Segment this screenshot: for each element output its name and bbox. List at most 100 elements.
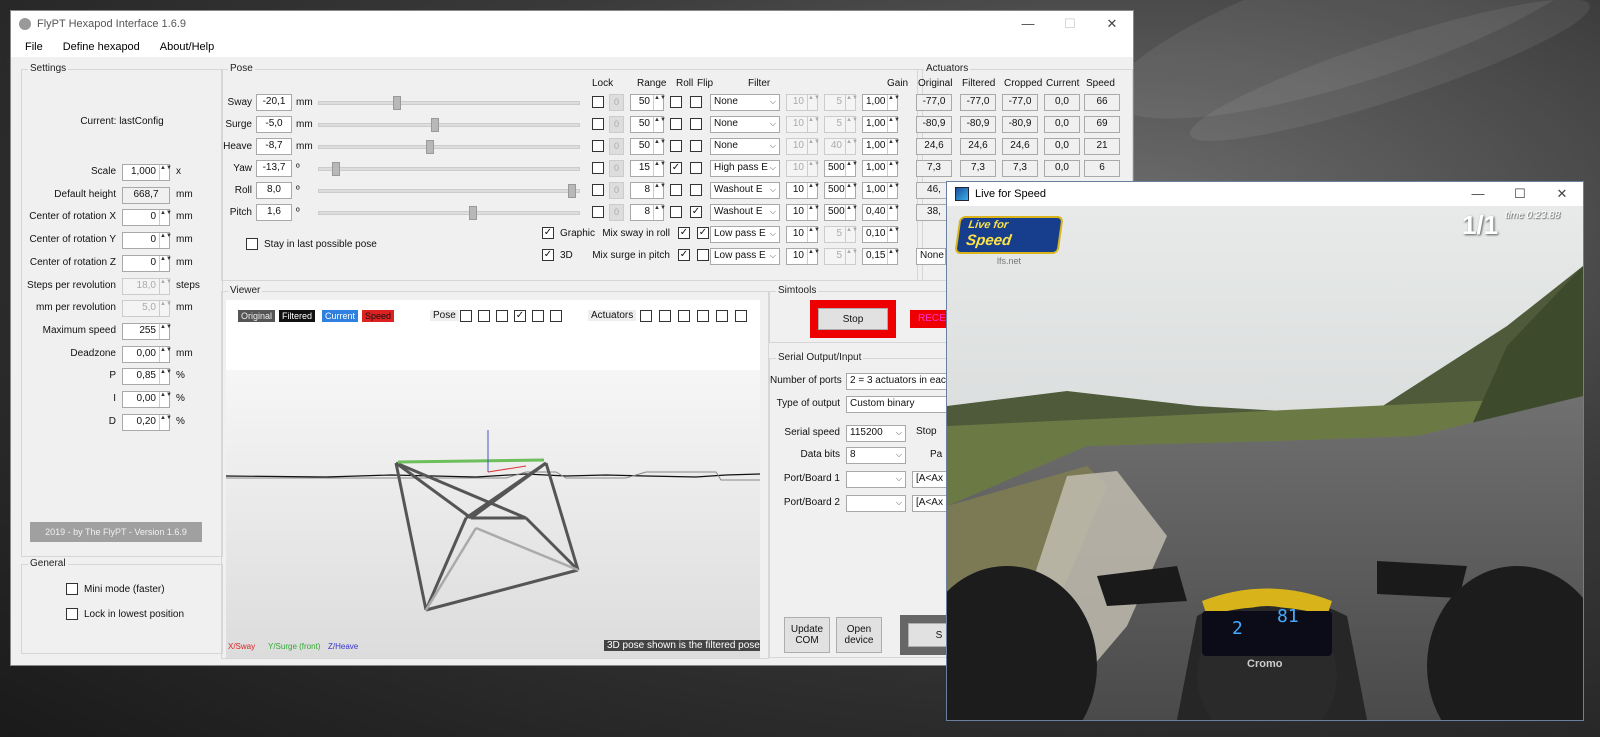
pose-lock-checkbox[interactable] <box>592 140 604 152</box>
spin-arrows-icon[interactable]: ▲▼ <box>653 205 666 220</box>
spin-arrows-icon[interactable]: ▲▼ <box>159 278 172 294</box>
setting-value[interactable]: 255 ▲▼ <box>122 322 172 340</box>
spin-arrows-icon[interactable]: ▲▼ <box>887 117 900 132</box>
spin-arrows-icon[interactable]: ▲▼ <box>845 117 858 132</box>
pose-range[interactable]: 50 ▲▼ <box>630 116 666 133</box>
actuators-last-dropdown[interactable]: None <box>916 248 946 265</box>
pose-flip-checkbox[interactable] <box>690 162 702 174</box>
pose-gain[interactable]: 1,00 ▲▼ <box>862 94 900 111</box>
pose-roll-checkbox[interactable] <box>670 184 682 196</box>
mix-surge-f2[interactable]: 5 ▲▼ <box>824 248 858 265</box>
spin-arrows-icon[interactable]: ▲▼ <box>887 249 900 264</box>
mix-surge-roll-checkbox[interactable]: ✓ <box>678 249 690 261</box>
setting-value[interactable]: 0 ▲▼ <box>122 254 172 272</box>
pose-gain[interactable]: 1,00 ▲▼ <box>862 160 900 177</box>
spin-arrows-icon[interactable]: ▲▼ <box>845 139 858 154</box>
pose-roll-checkbox[interactable]: ✓ <box>670 162 682 174</box>
stop-button[interactable]: Stop <box>818 308 888 330</box>
spin-arrows-icon[interactable]: ▲▼ <box>887 205 900 220</box>
spin-arrows-icon[interactable]: ▲▼ <box>845 205 858 220</box>
spin-arrows-icon[interactable]: ▲▼ <box>807 161 820 176</box>
pose-filter-param1[interactable]: 10 ▲▼ <box>786 138 820 155</box>
port1-dropdown[interactable]: ⌵ <box>846 471 906 488</box>
spin-arrows-icon[interactable]: ▲▼ <box>653 139 666 154</box>
port2-dropdown[interactable]: ⌵ <box>846 495 906 512</box>
spin-arrows-icon[interactable]: ▲▼ <box>807 139 820 154</box>
lock-lowest-checkbox[interactable] <box>66 608 78 620</box>
spin-arrows-icon[interactable]: ▲▼ <box>159 369 172 385</box>
pose-axis-slider[interactable] <box>318 162 580 176</box>
pose-filter-param2[interactable]: 40 ▲▼ <box>824 138 858 155</box>
stay-last-pose-checkbox[interactable] <box>246 238 258 250</box>
spin-arrows-icon[interactable]: ▲▼ <box>887 161 900 176</box>
pose-filter-param1[interactable]: 10 ▲▼ <box>786 160 820 177</box>
pose-axis-slider[interactable] <box>318 184 580 198</box>
spin-arrows-icon[interactable]: ▲▼ <box>159 165 172 180</box>
pose-filter-param1[interactable]: 10 ▲▼ <box>786 94 820 111</box>
lfs-minimize-button[interactable]: — <box>1457 186 1499 202</box>
spin-arrows-icon[interactable]: ▲▼ <box>653 117 666 132</box>
lfs-game-view[interactable]: Live for Speed lfs.net 1/1 time 0:23.88 … <box>947 206 1583 720</box>
mix-surge-flip-checkbox[interactable] <box>697 249 709 261</box>
pose-roll-checkbox[interactable] <box>670 118 682 130</box>
pose-filter-param2[interactable]: 5 ▲▼ <box>824 94 858 111</box>
spin-arrows-icon[interactable]: ▲▼ <box>159 210 172 226</box>
lfs-maximize-button[interactable]: ☐ <box>1499 186 1541 202</box>
pose-filter-param2[interactable]: 500 ▲▼ <box>824 204 858 221</box>
pose-filter-param1[interactable]: 10 ▲▼ <box>786 204 820 221</box>
setting-value[interactable]: 0,00 ▲▼ <box>122 345 172 363</box>
graphic-checkbox[interactable]: ✓ <box>542 227 554 239</box>
pose-lock-checkbox[interactable] <box>592 184 604 196</box>
pose-lock-checkbox[interactable] <box>592 206 604 218</box>
maximize-button[interactable]: ☐ <box>1049 16 1091 32</box>
pose-lock-checkbox[interactable] <box>592 162 604 174</box>
update-com-button[interactable]: Update COM <box>784 617 830 653</box>
mix-surge-gain[interactable]: 0,15 ▲▼ <box>862 248 900 265</box>
spin-arrows-icon[interactable]: ▲▼ <box>807 249 820 264</box>
pose-lock-checkbox[interactable] <box>592 96 604 108</box>
mix-sway-roll-checkbox[interactable]: ✓ <box>678 227 690 239</box>
setting-value[interactable]: 0 ▲▼ <box>122 232 172 250</box>
pose-range[interactable]: 8 ▲▼ <box>630 182 666 199</box>
spin-arrows-icon[interactable]: ▲▼ <box>845 249 858 264</box>
pose-range[interactable]: 15 ▲▼ <box>630 160 666 177</box>
pose-range[interactable]: 8 ▲▼ <box>630 204 666 221</box>
spin-arrows-icon[interactable]: ▲▼ <box>653 95 666 110</box>
spin-arrows-icon[interactable]: ▲▼ <box>159 323 172 339</box>
spin-arrows-icon[interactable]: ▲▼ <box>159 233 172 249</box>
spin-arrows-icon[interactable]: ▲▼ <box>887 183 900 198</box>
spin-arrows-icon[interactable]: ▲▼ <box>159 301 172 317</box>
slider-thumb[interactable] <box>568 184 576 198</box>
slider-thumb[interactable] <box>469 206 477 220</box>
mix-sway-gain[interactable]: 0,10 ▲▼ <box>862 226 900 243</box>
mix-sway-f2[interactable]: 5 ▲▼ <box>824 226 858 243</box>
pose-lock-checkbox[interactable] <box>592 118 604 130</box>
pose-filter-dropdown[interactable]: None ⌵ <box>710 116 780 133</box>
pose-filter-param2[interactable]: 500 ▲▼ <box>824 182 858 199</box>
pose-filter-dropdown[interactable]: Washout E ⌵ <box>710 204 780 221</box>
pose-range[interactable]: 50 ▲▼ <box>630 94 666 111</box>
spin-arrows-icon[interactable]: ▲▼ <box>887 95 900 110</box>
menu-file[interactable]: File <box>15 41 53 53</box>
mix-sway-filter-dropdown[interactable]: Low pass E ⌵ <box>710 226 780 243</box>
spin-arrows-icon[interactable]: ▲▼ <box>159 392 172 407</box>
pose-filter-param1[interactable]: 10 ▲▼ <box>786 116 820 133</box>
pose-flip-checkbox[interactable] <box>690 140 702 152</box>
pose-gain[interactable]: 1,00 ▲▼ <box>862 182 900 199</box>
setting-value[interactable]: 18,0 ▲▼ <box>122 277 172 295</box>
mix-sway-flip-checkbox[interactable]: ✓ <box>697 227 709 239</box>
spin-arrows-icon[interactable]: ▲▼ <box>653 161 666 176</box>
pose-axis-slider[interactable] <box>318 206 580 220</box>
setting-value[interactable]: 0,85 ▲▼ <box>122 368 172 386</box>
spin-arrows-icon[interactable]: ▲▼ <box>845 95 858 110</box>
close-button[interactable]: ✕ <box>1091 16 1133 32</box>
pose-range[interactable]: 50 ▲▼ <box>630 138 666 155</box>
pose-axis-slider[interactable] <box>318 96 580 110</box>
pose-filter-param2[interactable]: 5 ▲▼ <box>824 116 858 133</box>
mix-surge-f1[interactable]: 10 ▲▼ <box>786 248 820 265</box>
pose-filter-dropdown[interactable]: None ⌵ <box>710 94 780 111</box>
pose-filter-param2[interactable]: 500 ▲▼ <box>824 160 858 177</box>
spin-arrows-icon[interactable]: ▲▼ <box>845 161 858 176</box>
mini-mode-checkbox[interactable] <box>66 583 78 595</box>
pose-roll-checkbox[interactable] <box>670 206 682 218</box>
